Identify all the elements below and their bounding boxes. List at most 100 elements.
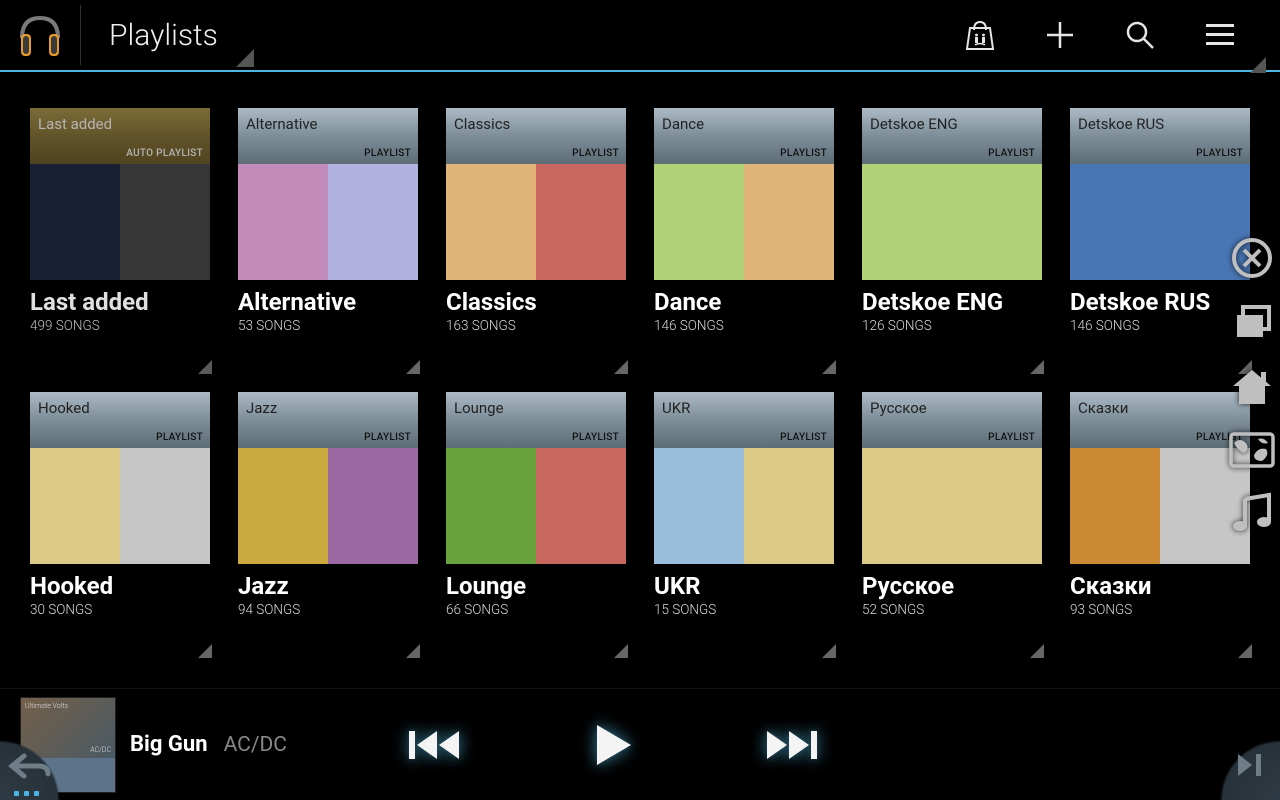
next-track-button[interactable] xyxy=(765,725,819,765)
tile-art-right xyxy=(328,164,418,280)
play-button[interactable] xyxy=(591,721,635,769)
tile-name: Classics xyxy=(454,115,618,133)
tile-art-right xyxy=(536,448,626,564)
album-name: Ultimate Volts xyxy=(25,702,68,710)
dropdown-indicator-icon xyxy=(1250,57,1266,73)
tile-name: Detskoe RUS xyxy=(1078,115,1242,133)
previous-track-button[interactable] xyxy=(407,725,461,765)
page-title: Playlists xyxy=(109,18,218,53)
skip-next-icon xyxy=(765,725,819,765)
playlist-context-menu[interactable] xyxy=(612,358,628,374)
playlist-context-menu[interactable] xyxy=(196,358,212,374)
system-dots-icon xyxy=(14,791,39,796)
section-dropdown[interactable]: Playlists xyxy=(85,0,258,71)
playlist-card[interactable]: Alternative PLAYLIST Alternative 53 SONG… xyxy=(238,108,418,370)
dock-map-button[interactable] xyxy=(1224,422,1280,478)
playlist-title: Alternative xyxy=(238,288,418,316)
now-playing-bar[interactable]: Ultimate Volts AC/DC Big Gun AC/DC xyxy=(0,688,1280,800)
playlist-card[interactable]: Detskoe RUS PLAYLIST Detskoe RUS 146 SON… xyxy=(1070,108,1250,370)
playlist-context-menu[interactable] xyxy=(612,642,628,658)
playlist-title: Lounge xyxy=(446,572,626,600)
overflow-menu-button[interactable] xyxy=(1180,0,1260,71)
tile-name: Hooked xyxy=(38,399,202,417)
tile-art-left xyxy=(654,164,744,280)
playlist-song-count: 146 SONGS xyxy=(1070,318,1250,334)
album-artist: AC/DC xyxy=(90,746,111,754)
playlist-card[interactable]: Jazz PLAYLIST Jazz 94 SONGS xyxy=(238,392,418,654)
tile-art-left xyxy=(446,448,536,564)
playlist-grid: Last added AUTO PLAYLIST Last added 499 … xyxy=(0,72,1280,654)
playlist-song-count: 146 SONGS xyxy=(654,318,834,334)
tile-type-label: AUTO PLAYLIST xyxy=(126,148,203,159)
tile-art-left xyxy=(1070,164,1160,280)
playlist-context-menu[interactable] xyxy=(1028,642,1044,658)
transport-controls xyxy=(407,721,819,769)
app-icon[interactable] xyxy=(0,0,80,71)
tile-art-left xyxy=(446,164,536,280)
playlist-context-menu[interactable] xyxy=(1236,642,1252,658)
dock-windows-button[interactable] xyxy=(1224,294,1280,350)
side-dock xyxy=(1224,230,1280,542)
tile-name: Last added xyxy=(38,115,202,133)
playlist-context-menu[interactable] xyxy=(196,642,212,658)
tile-type-label: PLAYLIST xyxy=(988,432,1035,443)
tile-name: Сказки xyxy=(1078,399,1242,417)
tile-type-label: PLAYLIST xyxy=(572,432,619,443)
tile-type-label: PLAYLIST xyxy=(988,148,1035,159)
tile-art-left xyxy=(30,448,120,564)
playlist-card[interactable]: Dance PLAYLIST Dance 146 SONGS xyxy=(654,108,834,370)
playlist-card[interactable]: Сказки PLAYLIST Сказки 93 SONGS xyxy=(1070,392,1250,654)
playlist-title: Detskoe RUS xyxy=(1070,288,1250,316)
dropdown-indicator-icon xyxy=(236,49,254,67)
playlist-context-menu[interactable] xyxy=(820,358,836,374)
playlist-card[interactable]: Last added AUTO PLAYLIST Last added 499 … xyxy=(30,108,210,370)
store-button[interactable] xyxy=(940,0,1020,71)
tile-type-label: PLAYLIST xyxy=(364,148,411,159)
playlist-context-menu[interactable] xyxy=(404,642,420,658)
dock-close-button[interactable] xyxy=(1224,230,1280,286)
tile-name: Detskoe ENG xyxy=(870,115,1034,133)
playlist-song-count: 126 SONGS xyxy=(862,318,1042,334)
plus-icon xyxy=(1043,18,1077,52)
action-bar: Playlists xyxy=(0,0,1280,72)
playlist-title: UKR xyxy=(654,572,834,600)
tile-name: UKR xyxy=(662,399,826,417)
now-playing-track: Big Gun xyxy=(130,732,208,757)
new-playlist-button[interactable] xyxy=(1020,0,1100,71)
system-back-corner[interactable] xyxy=(0,710,90,800)
dock-home-button[interactable] xyxy=(1224,358,1280,414)
tile-art-left xyxy=(1070,448,1160,564)
playlist-context-menu[interactable] xyxy=(404,358,420,374)
now-playing-artist: AC/DC xyxy=(224,733,287,757)
tile-art-left xyxy=(654,448,744,564)
search-button[interactable] xyxy=(1100,0,1180,71)
playlist-card[interactable]: UKR PLAYLIST UKR 15 SONGS xyxy=(654,392,834,654)
playlist-card[interactable]: Hooked PLAYLIST Hooked 30 SONGS xyxy=(30,392,210,654)
playlist-song-count: 66 SONGS xyxy=(446,602,626,618)
playlist-context-menu[interactable] xyxy=(1028,358,1044,374)
play-icon xyxy=(591,721,635,769)
tile-art-right xyxy=(328,448,418,564)
playlist-title: Detskoe ENG xyxy=(862,288,1042,316)
playlist-card[interactable]: Русское PLAYLIST Русское 52 SONGS xyxy=(862,392,1042,654)
playlist-card[interactable]: Detskoe ENG PLAYLIST Detskoe ENG 126 SON… xyxy=(862,108,1042,370)
playlist-song-count: 499 SONGS xyxy=(30,318,210,334)
playlist-title: Jazz xyxy=(238,572,418,600)
playlist-song-count: 15 SONGS xyxy=(654,602,834,618)
tile-name: Dance xyxy=(662,115,826,133)
back-arrow-icon xyxy=(8,752,52,780)
playlist-title: Сказки xyxy=(1070,572,1250,600)
playlist-song-count: 163 SONGS xyxy=(446,318,626,334)
dock-music-button[interactable] xyxy=(1224,486,1280,542)
home-icon xyxy=(1229,364,1275,408)
headphones-icon xyxy=(16,12,64,58)
divider xyxy=(80,5,81,65)
playlist-context-menu[interactable] xyxy=(820,642,836,658)
tile-type-label: PLAYLIST xyxy=(156,432,203,443)
tile-name: Lounge xyxy=(454,399,618,417)
corner-next-icon xyxy=(1234,750,1270,780)
playlist-card[interactable]: Lounge PLAYLIST Lounge 66 SONGS xyxy=(446,392,626,654)
playlist-card[interactable]: Classics PLAYLIST Classics 163 SONGS xyxy=(446,108,626,370)
system-next-corner[interactable] xyxy=(1190,710,1280,800)
skip-previous-icon xyxy=(407,725,461,765)
